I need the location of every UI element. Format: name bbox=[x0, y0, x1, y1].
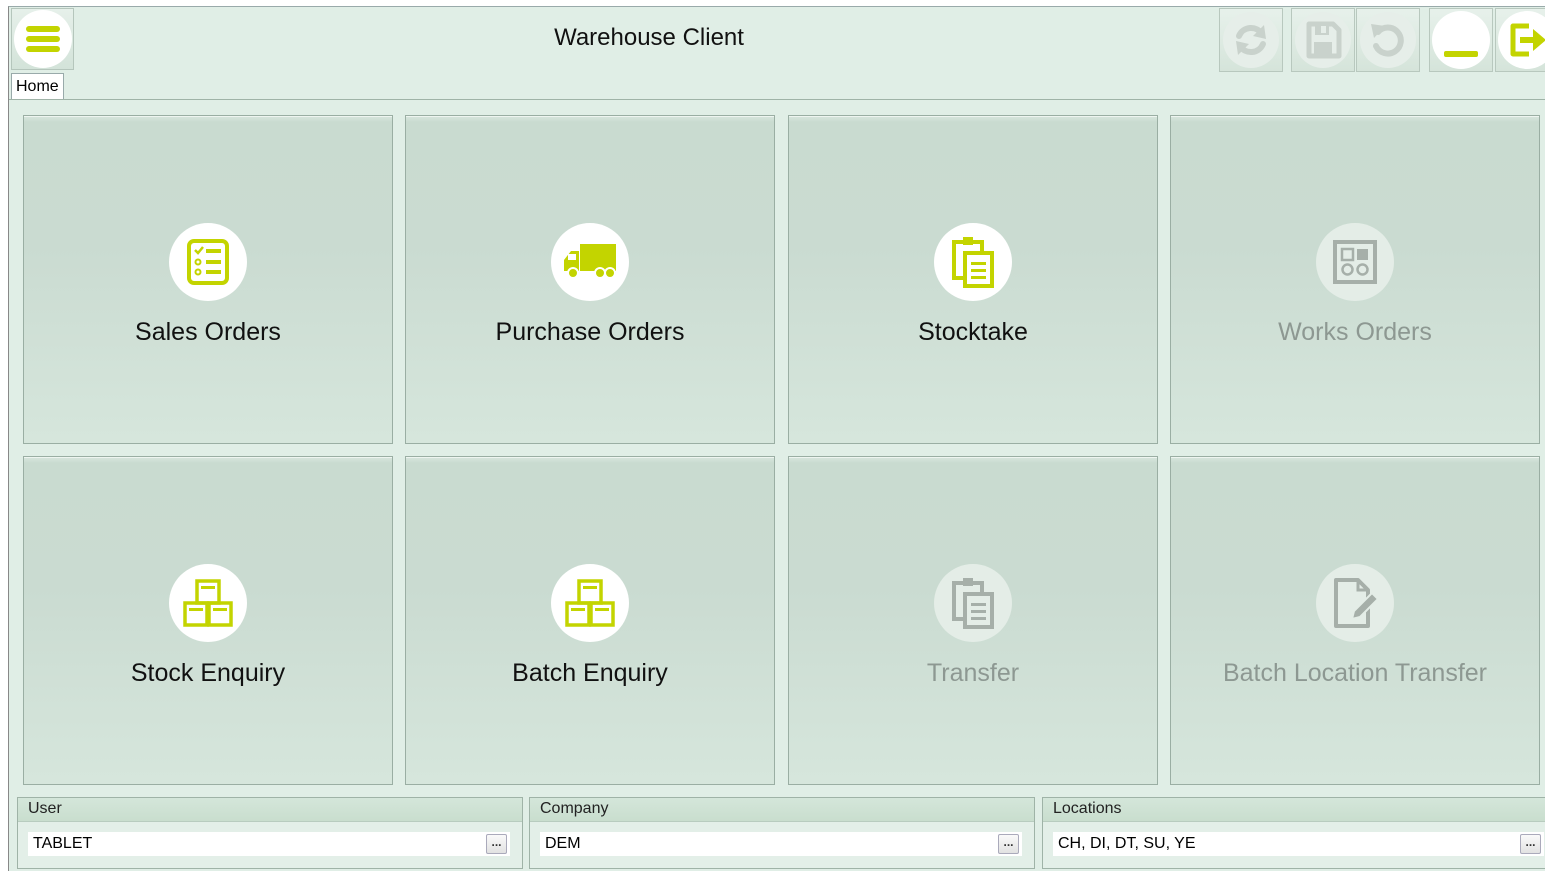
tile-icon-circle bbox=[551, 223, 629, 301]
tile-label: Works Orders bbox=[1278, 318, 1432, 346]
tile-icon-circle bbox=[551, 564, 629, 642]
menu-button[interactable] bbox=[11, 8, 74, 70]
tile-icon-circle bbox=[934, 564, 1012, 642]
minimize-button[interactable] bbox=[1429, 8, 1493, 72]
boxes-icon bbox=[565, 579, 615, 627]
user-panel: User TABLET ... bbox=[17, 797, 523, 869]
document-edit-icon bbox=[1334, 578, 1378, 628]
company-panel: Company DEM ... bbox=[529, 797, 1035, 869]
tile-stock-enquiry[interactable]: Stock Enquiry bbox=[23, 456, 393, 785]
tile-label: Batch Enquiry bbox=[512, 659, 668, 687]
tile-batch-location-transfer[interactable]: Batch Location Transfer bbox=[1170, 456, 1540, 785]
tile-label: Stock Enquiry bbox=[130, 659, 286, 687]
tile-icon-circle bbox=[1316, 564, 1394, 642]
company-field[interactable]: DEM ... bbox=[540, 832, 1022, 856]
window-title: Warehouse Client bbox=[554, 24, 744, 51]
refresh-icon bbox=[1236, 25, 1266, 55]
tile-icon-circle bbox=[934, 223, 1012, 301]
hamburger-icon bbox=[25, 26, 60, 52]
menu-icon-circle bbox=[13, 10, 72, 68]
undo-button[interactable] bbox=[1356, 8, 1420, 72]
tile-label: Purchase Orders bbox=[495, 318, 685, 346]
tile-icon-circle bbox=[1316, 223, 1394, 301]
locations-value: CH, DI, DT, SU, YE bbox=[1058, 835, 1196, 852]
locations-field[interactable]: CH, DI, DT, SU, YE ... bbox=[1053, 832, 1544, 856]
truck-icon bbox=[564, 244, 616, 279]
exit-icon bbox=[1510, 23, 1545, 57]
tile-purchase-orders[interactable]: Purchase Orders bbox=[405, 115, 775, 444]
boxes-icon bbox=[183, 579, 233, 627]
tile-stocktake[interactable]: Stocktake bbox=[788, 115, 1158, 444]
tile-label: Batch Location Transfer bbox=[1222, 659, 1488, 687]
clipboard-icon bbox=[952, 237, 994, 288]
clipboard-icon bbox=[952, 578, 994, 629]
tile-label: Sales Orders bbox=[135, 318, 281, 346]
header-divider bbox=[9, 99, 1545, 100]
minimize-icon bbox=[1444, 51, 1478, 57]
undo-icon bbox=[1371, 24, 1404, 57]
checklist-icon bbox=[187, 239, 229, 285]
tile-label: Stocktake bbox=[918, 318, 1028, 346]
user-value: TABLET bbox=[33, 835, 93, 852]
company-value: DEM bbox=[545, 835, 581, 852]
tile-batch-enquiry[interactable]: Batch Enquiry bbox=[405, 456, 775, 785]
tile-works-orders[interactable]: Works Orders bbox=[1170, 115, 1540, 444]
locations-select-button[interactable]: ... bbox=[1520, 834, 1541, 854]
user-label: User bbox=[18, 798, 522, 822]
tab-home[interactable]: Home bbox=[11, 73, 64, 99]
tile-icon-circle bbox=[169, 223, 247, 301]
user-select-button[interactable]: ... bbox=[486, 834, 507, 854]
save-icon bbox=[1306, 21, 1342, 59]
tile-sales-orders[interactable]: Sales Orders bbox=[23, 115, 393, 444]
tile-label: Transfer bbox=[926, 659, 1020, 687]
app-window: Warehouse Client Home Sales Orders Purch… bbox=[8, 6, 1545, 871]
user-field[interactable]: TABLET ... bbox=[28, 832, 510, 856]
locations-panel: Locations CH, DI, DT, SU, YE ... bbox=[1042, 797, 1545, 869]
tile-transfer[interactable]: Transfer bbox=[788, 456, 1158, 785]
works-panel-icon bbox=[1333, 240, 1377, 284]
tile-icon-circle bbox=[169, 564, 247, 642]
company-label: Company bbox=[530, 798, 1034, 822]
exit-button[interactable] bbox=[1495, 8, 1545, 72]
locations-label: Locations bbox=[1043, 798, 1545, 822]
save-button[interactable] bbox=[1291, 8, 1355, 72]
company-select-button[interactable]: ... bbox=[998, 834, 1019, 854]
refresh-button[interactable] bbox=[1219, 8, 1283, 72]
